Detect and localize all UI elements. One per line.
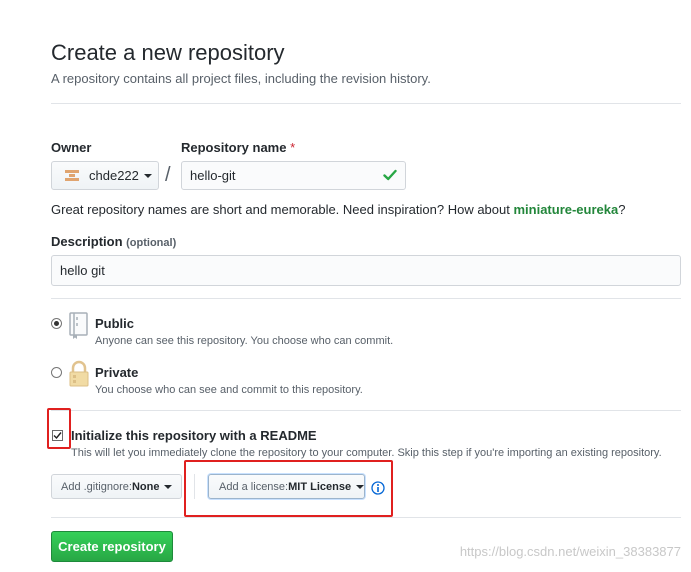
owner-avatar	[64, 169, 80, 183]
optional-tag: (optional)	[126, 237, 177, 249]
divider	[51, 298, 681, 299]
public-radio[interactable]	[51, 318, 62, 329]
annotation-box-readme	[47, 408, 71, 449]
description-value: hello git	[60, 263, 105, 278]
name-suggestion: Great repository names are short and mem…	[51, 202, 625, 217]
owner-label: Owner	[51, 140, 92, 155]
check-icon	[383, 168, 397, 185]
readme-label[interactable]: Initialize this repository with a README	[71, 428, 317, 443]
annotation-box-license	[184, 460, 393, 517]
gitignore-select[interactable]: Add .gitignore: None	[51, 474, 182, 499]
description-input[interactable]: hello git	[51, 255, 681, 286]
public-label[interactable]: Public	[95, 316, 134, 331]
owner-repo-separator: /	[165, 164, 171, 186]
description-label-text: Description	[51, 234, 123, 249]
chevron-down-icon	[164, 484, 173, 489]
suggestion-suffix: ?	[618, 202, 626, 217]
divider	[51, 517, 681, 518]
repo-book-icon	[68, 312, 90, 343]
divider	[51, 410, 681, 411]
repo-name-value: hello-git	[190, 168, 236, 183]
private-desc: You choose who can see and commit to thi…	[95, 384, 363, 396]
watermark: https://blog.csdn.net/weixin_38383877	[459, 544, 681, 559]
chevron-down-icon	[143, 173, 152, 178]
gitignore-value: None	[131, 480, 160, 493]
repo-name-label-text: Repository name	[181, 140, 287, 155]
owner-select[interactable]: chde222	[51, 161, 159, 190]
repo-name-input[interactable]: hello-git	[181, 161, 406, 190]
suggestion-text: Great repository names are short and mem…	[51, 202, 514, 217]
required-mark: *	[290, 140, 296, 155]
readme-desc: This will let you immediately clone the …	[71, 447, 662, 459]
owner-name: chde222	[89, 168, 139, 183]
private-label[interactable]: Private	[95, 365, 138, 380]
public-desc: Anyone can see this repository. You choo…	[95, 335, 394, 347]
gitignore-prefix: Add .gitignore:	[61, 480, 132, 493]
private-radio[interactable]	[51, 367, 62, 378]
page-subtitle: A repository contains all project files,…	[51, 71, 431, 86]
create-repository-button[interactable]: Create repository	[51, 531, 173, 562]
lock-icon	[68, 360, 90, 391]
repo-name-label: Repository name *	[181, 140, 295, 155]
description-label: Description (optional)	[51, 234, 176, 249]
suggested-name-link[interactable]: miniature-eureka	[513, 202, 618, 217]
divider	[51, 103, 681, 104]
page-title: Create a new repository	[51, 40, 285, 65]
